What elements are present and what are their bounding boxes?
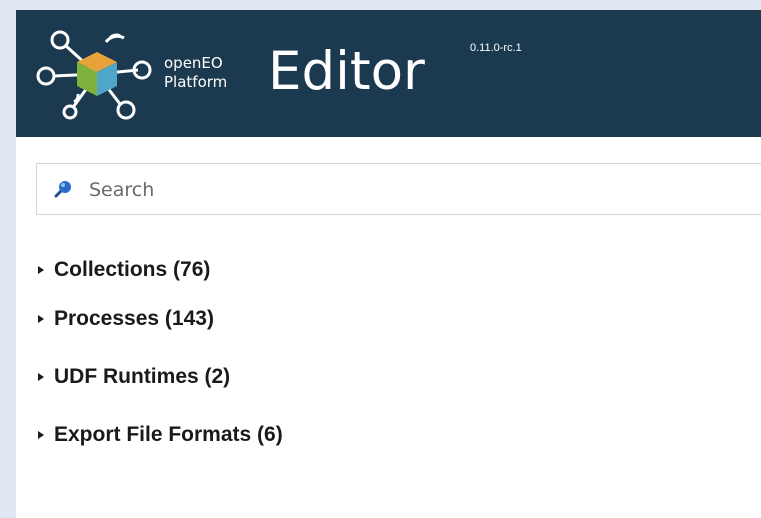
search-icon	[54, 181, 71, 198]
caret-right-icon	[38, 431, 44, 439]
search-input[interactable]	[87, 172, 691, 208]
caret-right-icon	[38, 266, 44, 274]
section-collections[interactable]: Collections (76)	[38, 250, 283, 290]
app-title: Editor	[268, 41, 425, 102]
section-export-file-formats[interactable]: Export File Formats (6)	[38, 406, 283, 464]
openeo-logo-icon	[36, 30, 152, 120]
editor-panel: openEO Platform Editor 0.11.0-rc.1 Colle…	[16, 10, 761, 518]
section-processes[interactable]: Processes (143)	[38, 290, 283, 348]
section-udf-runtimes[interactable]: UDF Runtimes (2)	[38, 348, 283, 406]
caret-right-icon	[38, 373, 44, 381]
app-header: openEO Platform Editor 0.11.0-rc.1	[16, 10, 761, 137]
category-list: Collections (76) Processes (143) UDF Run…	[38, 250, 283, 464]
brand-line-openeo: openEO	[164, 54, 223, 72]
section-label: Processes (143)	[54, 307, 214, 330]
brand-line-platform: Platform	[164, 73, 228, 91]
search-box[interactable]	[36, 163, 761, 215]
section-label: UDF Runtimes (2)	[54, 365, 231, 388]
caret-right-icon	[38, 315, 44, 323]
section-label: Collections (76)	[54, 258, 211, 281]
brand-name: openEO Platform	[164, 54, 227, 92]
version-label: 0.11.0-rc.1	[470, 42, 522, 54]
section-label: Export File Formats (6)	[54, 423, 283, 446]
